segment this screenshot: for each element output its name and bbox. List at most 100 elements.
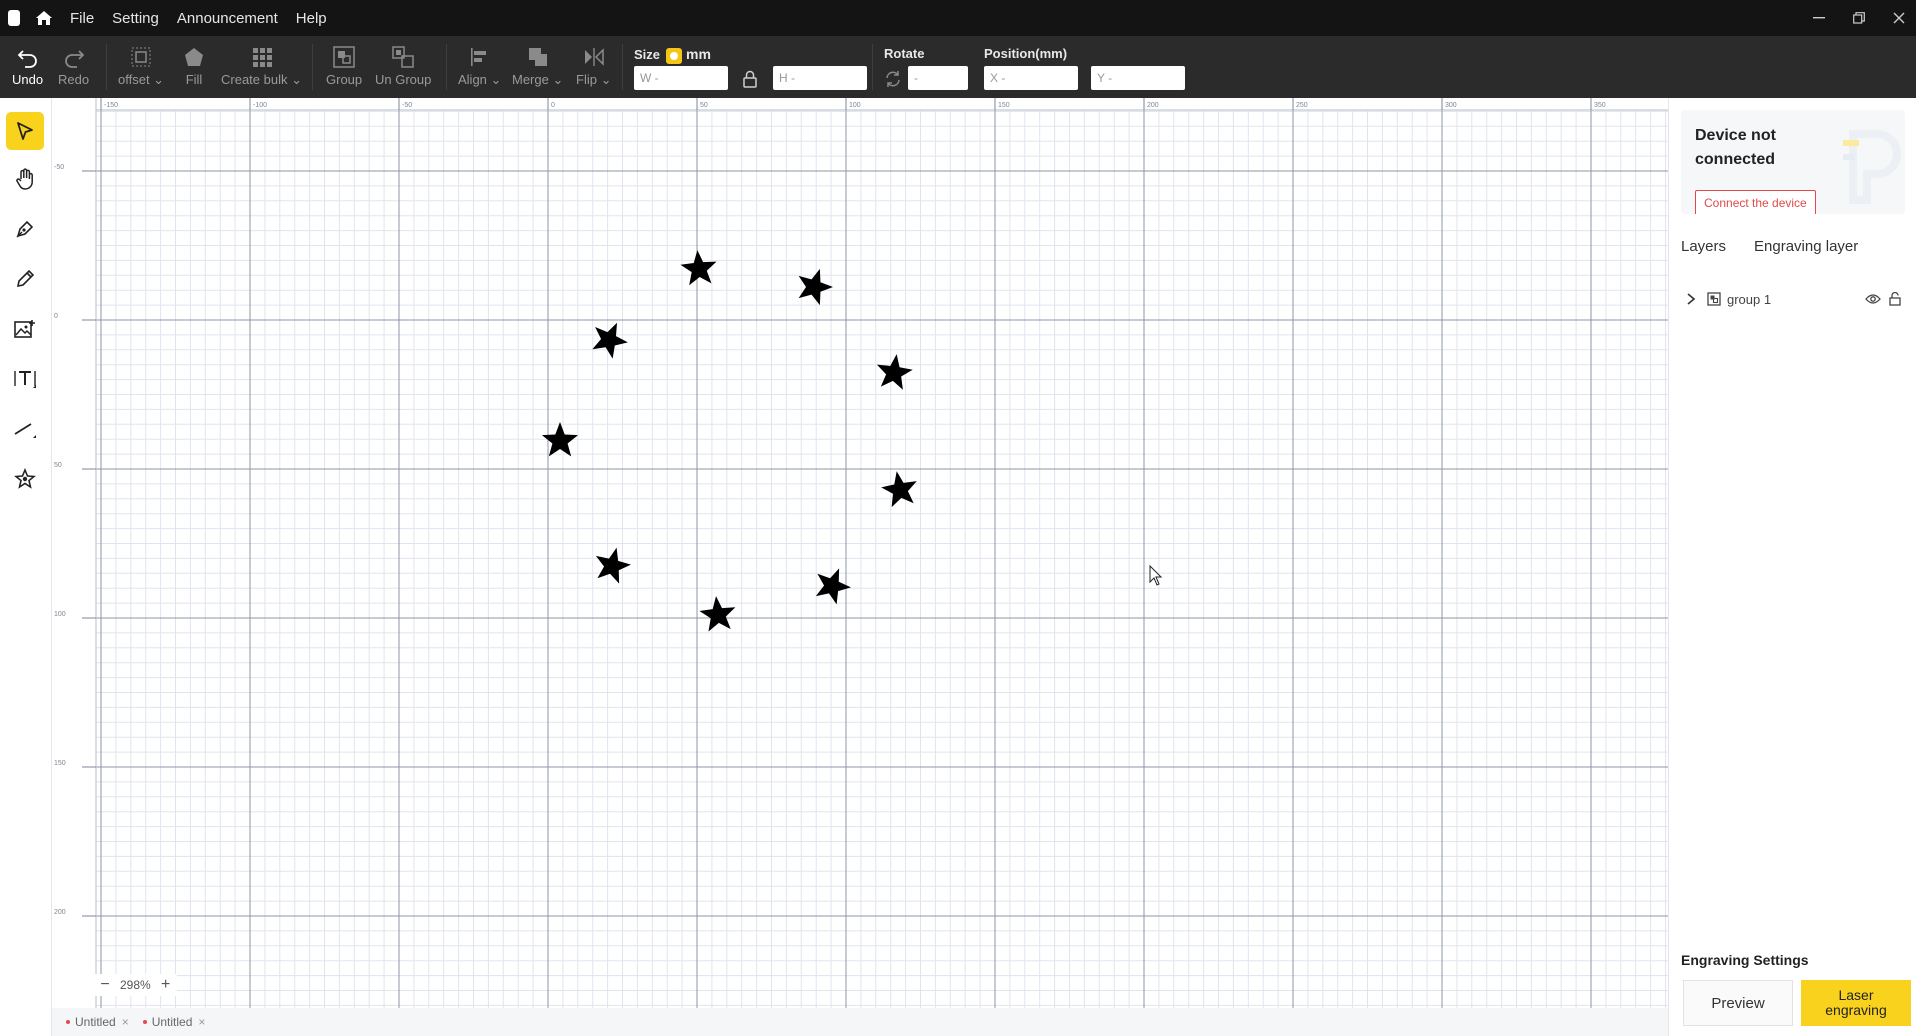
home-button[interactable] (30, 6, 58, 30)
device-status: Device not connected (1695, 127, 1776, 168)
fill-label: Fill (185, 72, 203, 87)
ruler-x-label: 50 (700, 102, 708, 109)
canvas-grid: -150 -100 -50 0 50 100 150 200 250 300 350 -50 0 50 1… (52, 98, 1668, 1008)
doc-tab[interactable]: Untitled × (142, 1015, 205, 1029)
laser-engraving-button[interactable]: Laser engraving (1801, 980, 1911, 1026)
width-input[interactable]: W - (634, 66, 728, 90)
device-card: Device not connected Connect the device (1681, 110, 1905, 214)
align-button[interactable]: Align ⌄ (458, 44, 501, 88)
eye-icon[interactable] (1865, 293, 1881, 305)
menu-setting[interactable]: Setting (112, 10, 159, 27)
ungroup-button[interactable]: Un Group (375, 44, 431, 87)
brand-logo-icon (1843, 130, 1901, 204)
undo-button[interactable]: Undo (12, 44, 43, 87)
undo-icon (17, 50, 37, 68)
flip-icon (584, 48, 604, 66)
lock-ratio-icon[interactable] (742, 70, 758, 93)
line-icon (14, 423, 36, 438)
menu-announcement[interactable]: Announcement (177, 10, 278, 27)
pen-tool[interactable] (6, 210, 44, 248)
height-input[interactable]: H - (773, 66, 867, 90)
y-input[interactable]: Y - (1091, 66, 1185, 90)
ungroup-icon (392, 46, 414, 68)
align-label: Align (458, 72, 487, 87)
offset-button[interactable]: offset ⌄ (118, 44, 164, 88)
shape-tool[interactable] (6, 460, 44, 498)
menu-file[interactable]: File (70, 10, 94, 27)
offset-label: offset (118, 72, 150, 87)
ruler-x-label: 300 (1445, 102, 1457, 109)
canvas[interactable]: -150 -100 -50 0 50 100 150 200 250 300 350 -50 0 50 1… (52, 98, 1668, 1008)
redo-button[interactable]: Redo (58, 44, 89, 87)
ruler-y-label: 200 (54, 909, 66, 916)
pentagon-fill-icon (185, 48, 203, 66)
tool-rail (0, 98, 52, 1036)
image-add-icon (14, 320, 35, 338)
tab-engraving-layer[interactable]: Engraving layer (1754, 238, 1858, 255)
rotate-input[interactable]: - (908, 66, 968, 90)
ruler-x-label: -100 (253, 102, 267, 109)
line-tool[interactable] (6, 410, 44, 448)
x-input[interactable]: X - (984, 66, 1078, 90)
ruler-x-label: -150 (104, 102, 118, 109)
home-icon (36, 11, 52, 25)
ungroup-label: Un Group (375, 72, 432, 87)
group-button[interactable]: Group (326, 44, 362, 87)
pencil-icon (16, 269, 35, 288)
doc-tab-label: Untitled (75, 1015, 116, 1029)
select-tool[interactable] (6, 112, 44, 150)
unit-toggle[interactable] (666, 47, 683, 64)
merge-button[interactable]: Merge ⌄ (512, 44, 563, 88)
ruler-y-label: 50 (54, 462, 62, 469)
close-tab-icon[interactable]: × (122, 1015, 129, 1029)
minimize-icon[interactable] (1810, 9, 1828, 27)
rotate-icon[interactable] (884, 70, 902, 93)
restore-icon[interactable] (1850, 9, 1868, 27)
position-label: Position(mm) (984, 46, 1068, 61)
create-bulk-button[interactable]: Create bulk ⌄ (221, 44, 302, 88)
chevron-right-icon[interactable] (1685, 293, 1697, 305)
menu-help[interactable]: Help (296, 10, 327, 27)
ruler-x-label: 350 (1594, 102, 1606, 109)
ruler-y-label: 150 (54, 760, 66, 767)
align-left-icon (470, 48, 486, 66)
ruler-x-label: 200 (1147, 102, 1159, 109)
connect-device-button[interactable]: Connect the device (1695, 190, 1816, 214)
size-label: Size (634, 47, 661, 62)
app-logo (8, 10, 20, 26)
hand-tool[interactable] (6, 160, 44, 198)
zoom-control: − 298% + (94, 974, 177, 996)
close-tab-icon[interactable]: × (198, 1015, 205, 1029)
pencil-tool[interactable] (6, 260, 44, 298)
toolbar: Undo Redo offset ⌄ Fill Create bulk ⌄ Gr… (0, 36, 1916, 98)
flip-label: Flip (576, 72, 597, 87)
zoom-out-button[interactable]: − (98, 976, 112, 994)
zoom-in-button[interactable]: + (159, 976, 173, 994)
fill-button[interactable]: Fill (181, 44, 207, 87)
flip-button[interactable]: Flip ⌄ (576, 44, 611, 88)
preview-button[interactable]: Preview (1683, 980, 1793, 1026)
rotate-label: Rotate (884, 46, 925, 61)
merge-icon (528, 48, 547, 66)
doc-tab[interactable]: Untitled × (66, 1015, 129, 1029)
unlock-icon[interactable] (1889, 292, 1901, 306)
ruler-y-label: -50 (54, 164, 64, 171)
undo-label: Undo (12, 72, 44, 87)
title-bar: File Setting Announcement Help (0, 0, 1916, 36)
create-bulk-label: Create bulk (221, 72, 288, 87)
hand-icon (16, 168, 33, 190)
group-icon (1707, 292, 1721, 306)
ruler-x-label: 100 (849, 102, 861, 109)
close-icon[interactable] (1890, 9, 1908, 27)
layer-row[interactable]: group 1 (1681, 288, 1907, 310)
ruler-y-label: 100 (54, 611, 66, 618)
size-unit: mm (686, 46, 711, 62)
ruler-x-label: -50 (402, 102, 412, 109)
image-tool[interactable] (6, 310, 44, 348)
doc-tab-label: Untitled (151, 1015, 193, 1029)
text-tool[interactable] (6, 360, 44, 398)
group-icon (333, 46, 355, 68)
ruler-x-label: 0 (551, 102, 555, 109)
ruler-horizontal: -150 -100 -50 0 50 100 150 200 250 300 350 (52, 98, 1668, 111)
tab-layers[interactable]: Layers (1681, 238, 1726, 255)
